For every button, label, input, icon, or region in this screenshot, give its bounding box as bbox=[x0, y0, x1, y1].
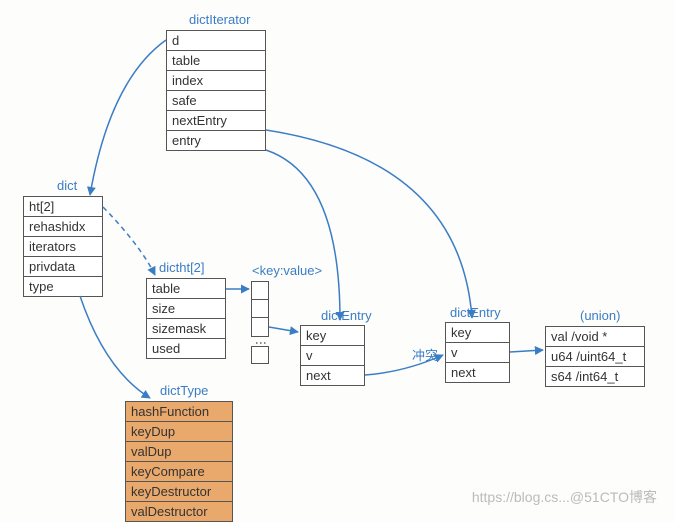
keyvalue-title: <key:value> bbox=[252, 263, 322, 278]
dicttype-field: keyDup bbox=[126, 422, 232, 442]
union-field: val /void * bbox=[546, 327, 644, 347]
dictentry2-box: key v next bbox=[445, 322, 510, 383]
dictiterator-box: d table index safe nextEntry entry bbox=[166, 30, 266, 151]
dictentry-field: key bbox=[301, 326, 364, 346]
dict-field: rehashidx bbox=[24, 217, 102, 237]
dictentry-field: key bbox=[446, 323, 509, 343]
dictiterator-field: nextEntry bbox=[167, 111, 265, 131]
dictht-field: size bbox=[147, 299, 225, 319]
dictentry1-box: key v next bbox=[300, 325, 365, 386]
array-cell bbox=[252, 318, 268, 336]
dict-field: type bbox=[24, 277, 102, 296]
dicttype-box: hashFunction keyDup valDup keyCompare ke… bbox=[125, 401, 233, 522]
union-title: (union) bbox=[580, 308, 620, 323]
union-field: u64 /uint64_t bbox=[546, 347, 644, 367]
dicttype-title: dictType bbox=[160, 383, 208, 398]
dicttype-field: keyCompare bbox=[126, 462, 232, 482]
dictiterator-field: safe bbox=[167, 91, 265, 111]
dictiterator-field: table bbox=[167, 51, 265, 71]
dict-field: ht[2] bbox=[24, 197, 102, 217]
dictiterator-title: dictIterator bbox=[189, 12, 250, 27]
array-cell bbox=[252, 300, 268, 318]
dict-title: dict bbox=[57, 178, 77, 193]
array-cell bbox=[252, 282, 268, 300]
dict-field: privdata bbox=[24, 257, 102, 277]
dictht-box: table size sizemask used bbox=[146, 278, 226, 359]
dict-field: iterators bbox=[24, 237, 102, 257]
dictiterator-field: entry bbox=[167, 131, 265, 150]
dictentry2-title: dictEntry bbox=[450, 305, 501, 320]
dictht-field: table bbox=[147, 279, 225, 299]
dicttype-field: keyDestructor bbox=[126, 482, 232, 502]
watermark: https://blog.cs...@51CTO博客 bbox=[472, 487, 657, 507]
dictentry-field: v bbox=[301, 346, 364, 366]
dictentry-field: next bbox=[301, 366, 364, 385]
dicttype-field: hashFunction bbox=[126, 402, 232, 422]
dictiterator-field: d bbox=[167, 31, 265, 51]
union-field: s64 /int64_t bbox=[546, 367, 644, 386]
dictht-field: used bbox=[147, 339, 225, 358]
union-box: val /void * u64 /uint64_t s64 /int64_t bbox=[545, 326, 645, 387]
dictentry-field: next bbox=[446, 363, 509, 382]
keyvalue-array bbox=[251, 281, 269, 337]
array-dots: ⋮ bbox=[254, 337, 268, 351]
dictentry1-title: dictEntry bbox=[321, 308, 372, 323]
dictht-title: dictht[2] bbox=[159, 260, 205, 275]
dictht-field: sizemask bbox=[147, 319, 225, 339]
dicttype-field: valDup bbox=[126, 442, 232, 462]
dict-box: ht[2] rehashidx iterators privdata type bbox=[23, 196, 103, 297]
dicttype-field: valDestructor bbox=[126, 502, 232, 521]
conflict-label: 冲突 bbox=[412, 345, 438, 364]
dictiterator-field: index bbox=[167, 71, 265, 91]
dictentry-field: v bbox=[446, 343, 509, 363]
